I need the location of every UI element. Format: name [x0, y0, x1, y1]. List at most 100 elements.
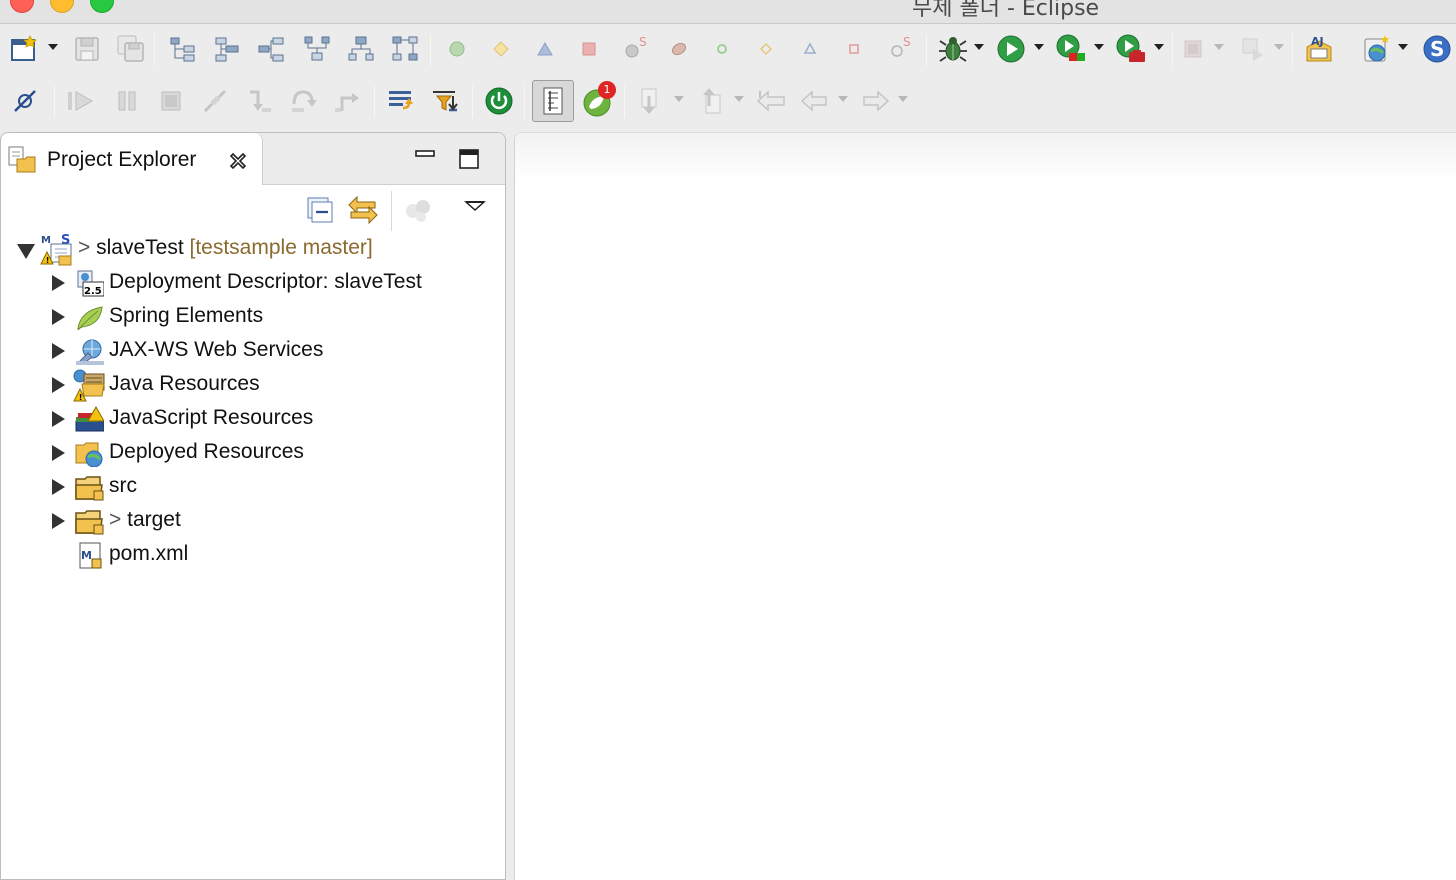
notification-badge: 1	[598, 81, 616, 99]
save-button[interactable]	[70, 32, 104, 66]
collapsed-arrow-icon[interactable]	[52, 275, 65, 291]
spring-boot-power-button[interactable]	[482, 84, 516, 118]
deploy-disabled-icon	[1242, 38, 1263, 61]
zoom-window-button[interactable]	[90, 0, 114, 13]
collapse-all-icon	[307, 197, 333, 223]
suspend-button[interactable]	[110, 84, 144, 118]
run-external-tools-button[interactable]	[1114, 32, 1148, 66]
tree-item-java-resources[interactable]: ! Java Resources	[1, 368, 505, 402]
view-menu-button[interactable]	[463, 197, 487, 217]
save-all-button[interactable]	[114, 32, 148, 66]
open-type-button[interactable]: AJ	[1302, 32, 1336, 66]
tree-item-label: Deployment Descriptor: slaveTest	[109, 270, 422, 293]
seed-button[interactable]	[662, 32, 696, 66]
collapsed-arrow-icon[interactable]	[52, 411, 65, 427]
previous-annotation-button[interactable]	[694, 84, 728, 118]
last-edit-location-button[interactable]	[754, 84, 788, 118]
drop-to-frame-button[interactable]	[384, 84, 418, 118]
tree-item-target-folder[interactable]: > target	[1, 504, 505, 538]
blue-triangle-button[interactable]	[528, 32, 562, 66]
deploy-button[interactable]	[1236, 32, 1270, 66]
debug-bug-icon	[939, 37, 967, 62]
collapsed-arrow-icon[interactable]	[52, 513, 65, 529]
layout-6-button[interactable]	[388, 32, 422, 66]
collapsed-arrow-icon[interactable]	[52, 479, 65, 495]
debug-button[interactable]	[936, 32, 970, 66]
resume-button[interactable]	[64, 84, 98, 118]
editor-area[interactable]	[514, 132, 1456, 880]
collapsed-arrow-icon[interactable]	[52, 377, 65, 393]
tree-item-jaxws-web-services[interactable]: JAX-WS Web Services	[1, 334, 505, 368]
project-explorer-tab[interactable]: Project Explorer	[1, 133, 263, 185]
tree-item-deployment-descriptor[interactable]: 2.5 Deployment Descriptor: slaveTest	[1, 266, 505, 300]
layout-4-button[interactable]	[300, 32, 334, 66]
disconnect-button[interactable]	[198, 84, 232, 118]
minimize-view-button[interactable]	[413, 147, 437, 171]
project-explorer-view: Project Explorer M S ! > slaveTest [test…	[0, 132, 506, 880]
terminate-button[interactable]	[154, 84, 188, 118]
tree-item-pom-xml[interactable]: M pom.xml	[1, 538, 505, 572]
tree-item-slavetest-project[interactable]: M S ! > slaveTest [testsample master]	[1, 232, 505, 266]
forward-button[interactable]	[858, 84, 892, 118]
javascript-resources-icon	[75, 405, 104, 432]
spring-bean-outline-icon: S	[891, 35, 911, 57]
diamond-outline-button[interactable]	[749, 32, 783, 66]
layout-5-button[interactable]	[344, 32, 378, 66]
diamond-outline-icon	[759, 42, 773, 56]
layout-2-button[interactable]	[210, 32, 244, 66]
collapse-all-button[interactable]	[305, 195, 335, 225]
close-window-button[interactable]	[10, 0, 34, 13]
layout-3-button[interactable]	[254, 32, 288, 66]
stop-button[interactable]	[1176, 32, 1210, 66]
next-annotation-button[interactable]	[634, 84, 668, 118]
tree-item-src-folder[interactable]: src	[1, 470, 505, 504]
square-outline-button[interactable]	[837, 32, 871, 66]
tree-item-deployed-resources[interactable]: Deployed Resources	[1, 436, 505, 470]
collapsed-arrow-icon[interactable]	[52, 343, 65, 359]
step-over-button[interactable]	[286, 84, 320, 118]
tree-item-javascript-resources[interactable]: JavaScript Resources	[1, 402, 505, 436]
expanded-arrow-icon[interactable]	[17, 244, 35, 259]
layout-1-button[interactable]	[166, 32, 200, 66]
skip-breakpoints-button[interactable]	[8, 84, 42, 118]
close-tab-icon[interactable]	[227, 150, 251, 174]
yellow-diamond-button[interactable]	[484, 32, 518, 66]
link-with-editor-button[interactable]	[345, 193, 381, 227]
minimize-window-button[interactable]	[50, 0, 74, 13]
stop-disabled-icon	[1184, 40, 1202, 58]
square-outline-icon	[849, 44, 859, 54]
triangle-outline-button[interactable]	[793, 32, 827, 66]
svg-text:M: M	[41, 235, 51, 246]
new-server-globe-icon	[1364, 35, 1389, 62]
toggle-mark-occurrences-button[interactable]	[532, 80, 574, 122]
green-circle-button[interactable]	[440, 32, 474, 66]
tree-layout-icon	[392, 36, 418, 61]
back-button[interactable]	[798, 84, 832, 118]
tree-layout-icon	[170, 37, 195, 62]
red-square-icon	[582, 42, 596, 56]
seed-icon	[671, 42, 687, 56]
run-button[interactable]	[994, 32, 1028, 66]
collapsed-arrow-icon[interactable]	[52, 445, 65, 461]
new-server-button[interactable]	[1360, 32, 1394, 66]
java-resources-icon: !	[73, 369, 105, 402]
step-into-button[interactable]	[242, 84, 276, 118]
folder-icon	[75, 476, 104, 501]
collapsed-arrow-icon[interactable]	[52, 309, 65, 325]
coverage-button[interactable]	[1054, 32, 1088, 66]
window-title: 무제 폴더 - Eclipse	[912, 0, 1100, 21]
red-square-button[interactable]	[572, 32, 606, 66]
spring-perspective-button[interactable]: S	[1420, 32, 1454, 66]
tab-label: Project Explorer	[47, 148, 197, 171]
new-wizard-button[interactable]	[8, 32, 42, 66]
tree-item-spring-elements[interactable]: Spring Elements	[1, 300, 505, 334]
use-step-filters-button[interactable]	[428, 84, 462, 118]
green-ring-button[interactable]	[705, 32, 739, 66]
maximize-view-button[interactable]	[457, 147, 481, 171]
focus-on-active-task-button[interactable]	[403, 195, 433, 225]
bean-s-button[interactable]: S	[618, 32, 652, 66]
git-branch-decoration: [testsample master]	[189, 236, 373, 259]
spring-dashboard-button[interactable]: 1	[580, 81, 616, 118]
step-return-button[interactable]	[330, 84, 364, 118]
bean-s-outline-button[interactable]: S	[883, 32, 917, 66]
